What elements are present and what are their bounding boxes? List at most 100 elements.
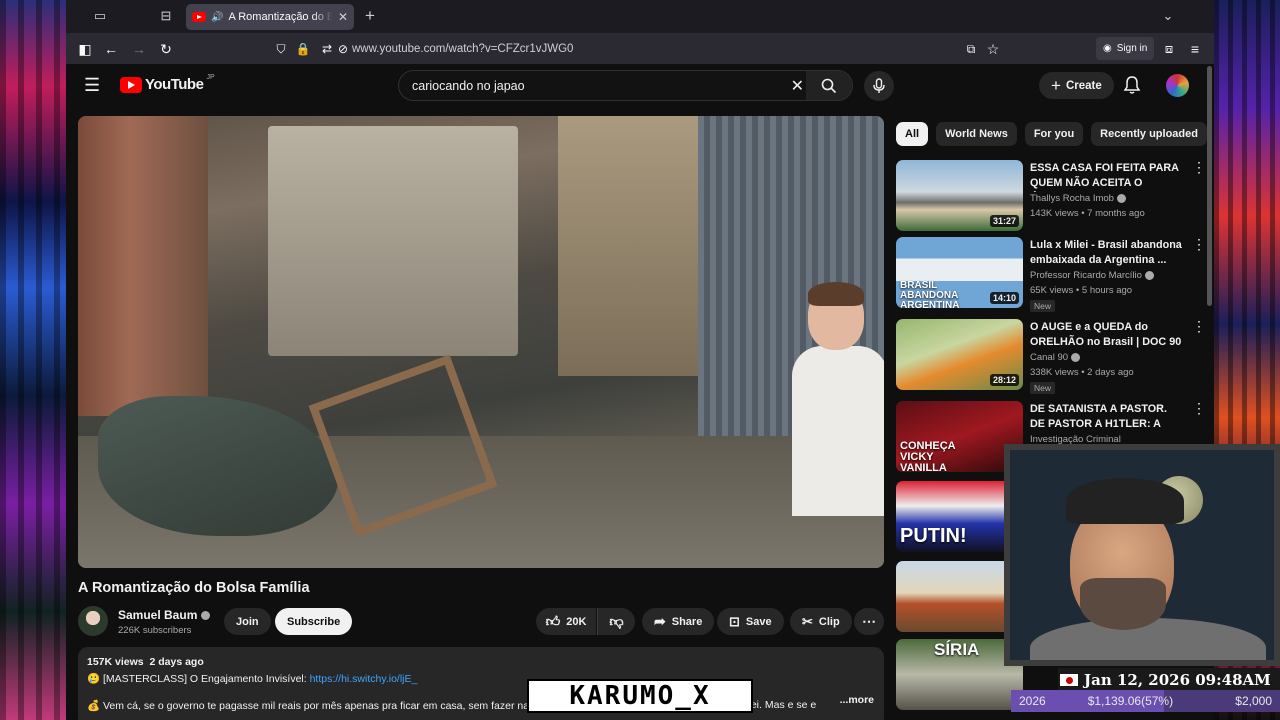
sidebar-icon[interactable]: ◧ [74, 38, 96, 60]
recommendation-channel[interactable]: Thallys Rocha Imob [1030, 193, 1126, 204]
youtube-header: ☰ YouTube JP cariocando no japao ✕ + Cre… [66, 64, 1214, 108]
clear-search-icon[interactable]: ✕ [791, 76, 804, 96]
video-frame-person [778, 282, 884, 568]
bookmark-star-icon[interactable]: ☆ [982, 38, 1004, 60]
recommendation-title[interactable]: ESSA CASA FOI FEITA PARA QUEM NÃO ACEITA… [1030, 161, 1182, 192]
more-actions-button[interactable]: ⋯ [854, 608, 884, 635]
donation-goal-bar: 2026 $1,139.06(57%) $2,000 [1011, 690, 1280, 712]
japan-flag-icon [1060, 674, 1078, 686]
forward-icon[interactable]: → [128, 38, 150, 60]
goal-year: 2026 [1019, 694, 1046, 708]
save-button[interactable]: ⊡ Save [717, 608, 784, 635]
channel-name-link[interactable]: Samuel Baum [118, 608, 211, 622]
search-icon [821, 78, 837, 93]
recommendation-channel-name: Canal 90 [1030, 352, 1069, 363]
thumbnail-caption: SÍRIA [934, 640, 980, 659]
recommendation-channel-name: Professor Ricardo Marcílio [1030, 270, 1142, 281]
search-button[interactable] [806, 71, 852, 100]
chip-world-news[interactable]: World News [936, 122, 1017, 146]
back-icon[interactable]: ← [100, 38, 122, 60]
logo-text: YouTube [145, 76, 204, 93]
plus-icon: + [1051, 75, 1061, 95]
tab-manager-icon[interactable]: ⊟ [152, 4, 180, 28]
list-tabs-chevron-icon[interactable]: ⌄ [1154, 4, 1182, 28]
picture-in-picture-icon[interactable]: ⧉ [960, 38, 982, 60]
description-link[interactable]: https://hi.switchy.io/ljE_ [310, 673, 418, 685]
join-button[interactable]: Join [224, 608, 271, 635]
video-player[interactable] [78, 116, 884, 568]
bell-icon [1123, 76, 1141, 94]
video-frame-shack [268, 126, 518, 356]
webcam-shirt [1030, 618, 1266, 660]
datetime-text: Jan 12, 2026 09:48AM [1084, 671, 1271, 689]
channel-avatar[interactable] [78, 606, 108, 636]
sign-in-button[interactable]: ◉ Sign in [1096, 37, 1155, 60]
reload-icon[interactable]: ↻ [155, 38, 177, 60]
chip-recently-uploaded[interactable]: Recently uploaded [1091, 122, 1207, 146]
tab-title: A Romantização do Bolsa Família [228, 11, 333, 23]
verified-check-icon [201, 610, 211, 620]
description-meta: 157K views 2 days ago [87, 656, 875, 668]
tab-active[interactable]: 🔊 A Romantização do Bolsa Família ✕ [186, 4, 354, 30]
like-button[interactable]: 👍︎ 20K [536, 608, 596, 635]
recommendation-meta: 338K views • 2 days ago [1030, 367, 1134, 378]
recommendation-thumbnail[interactable]: 28:12 [896, 319, 1023, 390]
share-icon: ➦ [654, 613, 666, 629]
recommendation-title[interactable]: O AUGE e a QUEDA do ORELHÃO no Brasil | … [1030, 320, 1182, 350]
recommendation-channel[interactable]: Professor Ricardo Marcílio [1030, 270, 1154, 281]
youtube-logo[interactable]: YouTube JP [120, 74, 215, 93]
voice-search-button[interactable] [864, 71, 894, 101]
recommendation-title[interactable]: DE SATANISTA A PASTOR. DE PASTOR A H1TLE… [1030, 402, 1182, 433]
video-title: A Romantização do Bolsa Família [78, 580, 310, 596]
recommendation-channel[interactable]: Canal 90 [1030, 352, 1081, 363]
recommendation-item[interactable]: BRASIL ABANDONA ARGENTINA 14:10 Lula x M… [896, 237, 1206, 312]
thumbnail-caption: CONHEÇA VICKY VANILLA [900, 440, 956, 473]
new-badge: New [1030, 382, 1056, 394]
search-input[interactable]: cariocando no japao ✕ [398, 70, 853, 101]
recommendation-thumbnail[interactable]: 31:27 [896, 160, 1023, 231]
recommendation-thumbnail[interactable]: BRASIL ABANDONA ARGENTINA 14:10 [896, 237, 1023, 308]
page-scrollbar[interactable] [1207, 66, 1212, 306]
account-icon: ◉ [1103, 43, 1112, 54]
user-avatar[interactable] [1166, 74, 1189, 97]
new-badge: New [1030, 300, 1056, 312]
more-vertical-icon[interactable]: ⋮ [1192, 160, 1206, 174]
notifications-button[interactable] [1123, 75, 1141, 100]
channel-name: Samuel Baum [118, 608, 198, 622]
menu-icon[interactable]: ≡ [1184, 38, 1206, 60]
tab-strip: ▭ ⊟ 🔊 A Romantização do Bolsa Família ✕ … [66, 0, 1214, 33]
firefox-view-icon[interactable]: ▭ [86, 4, 114, 28]
new-tab-icon[interactable]: + [356, 4, 384, 28]
description-box[interactable]: 157K views 2 days ago 🥲 [MASTERCLASS] O … [78, 647, 884, 720]
recommendation-meta: 65K views • 5 hours ago [1030, 285, 1133, 296]
verified-check-icon [1116, 194, 1126, 203]
speaker-icon[interactable]: 🔊 [211, 12, 223, 23]
recommendation-item[interactable]: 31:27 ESSA CASA FOI FEITA PARA QUEM NÃO … [896, 160, 1206, 234]
recommendation-title[interactable]: Lula x Milei - Brasil abandona embaixada… [1030, 238, 1182, 268]
region-code: JP [206, 74, 215, 81]
share-button[interactable]: ➦ Share [642, 608, 715, 635]
close-tab-icon[interactable]: ✕ [338, 10, 348, 24]
extensions-icon[interactable]: ⧈ [1158, 38, 1180, 60]
recommendation-item[interactable]: 28:12 O AUGE e a QUEDA do ORELHÃO no Bra… [896, 319, 1206, 394]
subscribe-button[interactable]: Subscribe [275, 608, 353, 635]
view-count: 157K views [87, 656, 144, 668]
more-vertical-icon[interactable]: ⋮ [1192, 237, 1206, 251]
thumbnail-caption: PUTIN! [900, 525, 967, 547]
more-horizontal-icon: ⋯ [862, 613, 876, 629]
clip-button[interactable]: ✂ Clip [790, 608, 852, 635]
chip-all[interactable]: All [896, 122, 929, 146]
show-more-link[interactable]: ...more [835, 694, 874, 706]
more-vertical-icon[interactable]: ⋮ [1192, 319, 1206, 333]
url-field[interactable]: www.youtube.com/watch?v=CFZcr1vJWG0 [266, 35, 986, 62]
dislike-button[interactable]: 👎︎ [597, 608, 635, 635]
description-line-1: 🥲 [MASTERCLASS] O Engajamento Invisível:… [87, 672, 875, 685]
streamer-watermark: KARUMO_X [527, 679, 753, 713]
verified-check-icon [1071, 353, 1081, 362]
duration-badge: 14:10 [989, 292, 1019, 304]
chip-for-you[interactable]: For you [1024, 122, 1084, 146]
create-button[interactable]: + Create [1039, 72, 1114, 99]
more-vertical-icon[interactable]: ⋮ [1192, 401, 1206, 415]
background-neon-left [0, 0, 66, 720]
guide-menu-icon[interactable]: ☰ [84, 75, 100, 96]
